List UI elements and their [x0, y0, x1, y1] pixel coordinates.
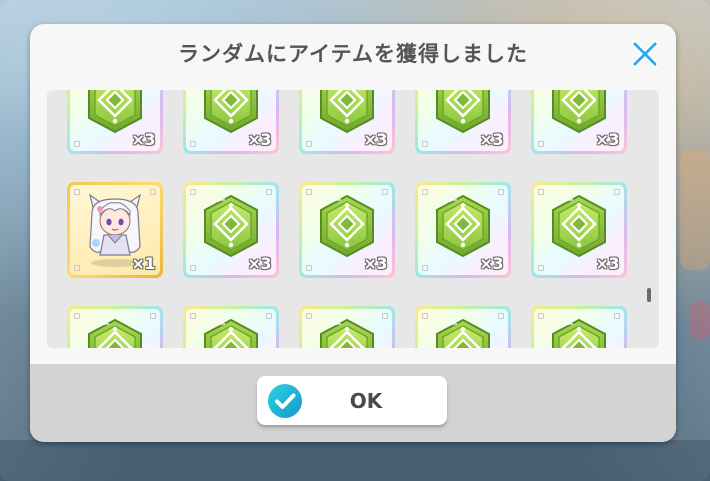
background-decoration — [690, 300, 710, 340]
frame-corner-ornament — [422, 265, 428, 271]
frame-corner-ornament — [266, 189, 272, 195]
item-card-inner: ×3 — [418, 185, 508, 275]
green-hexagon-gem-icon — [85, 318, 145, 348]
item-card-inner: ×3 — [186, 185, 276, 275]
item-quantity: ×3 — [363, 254, 387, 273]
item-card-inner — [186, 309, 276, 348]
close-button[interactable] — [626, 35, 664, 73]
green-hexagon-gem-icon — [201, 90, 261, 134]
item-quantity: ×3 — [595, 254, 619, 273]
gem-item-card[interactable]: ×3 — [183, 182, 279, 278]
frame-corner-ornament — [538, 313, 544, 319]
background-decoration — [680, 150, 710, 270]
dialog-footer: OK — [30, 364, 676, 442]
dialog-title: ランダムにアイテムを獲得しました — [178, 42, 528, 66]
frame-corner-ornament — [190, 313, 196, 319]
frame-corner-ornament — [614, 189, 620, 195]
gem-item-card[interactable]: ×3 — [299, 182, 395, 278]
gem-item-card[interactable]: ×3 — [531, 90, 627, 154]
frame-corner-ornament — [306, 141, 312, 147]
frame-corner-ornament — [266, 313, 272, 319]
frame-corner-ornament — [422, 189, 428, 195]
gem-item-card[interactable] — [67, 306, 163, 348]
character-item-card[interactable]: ×1 — [67, 182, 163, 278]
item-quantity: ×3 — [479, 254, 503, 273]
ok-button[interactable]: OK — [257, 376, 447, 425]
reward-dialog: ランダムにアイテムを獲得しました ×3 ×3 ×3 ×3 ×3 ×1 ×3 ×3… — [30, 24, 676, 442]
green-hexagon-gem-icon — [433, 90, 493, 134]
gem-item-card[interactable] — [183, 306, 279, 348]
gem-item-card[interactable] — [415, 306, 511, 348]
frame-corner-ornament — [74, 141, 80, 147]
gem-item-card[interactable] — [531, 306, 627, 348]
frame-corner-ornament — [190, 141, 196, 147]
item-quantity: ×3 — [595, 130, 619, 149]
frame-corner-ornament — [306, 313, 312, 319]
item-card-inner: ×1 — [70, 185, 160, 275]
frame-corner-ornament — [498, 313, 504, 319]
frame-corner-ornament — [150, 313, 156, 319]
green-hexagon-gem-icon — [85, 90, 145, 134]
item-card-inner — [534, 309, 624, 348]
item-card-inner — [70, 309, 160, 348]
ok-button-label: OK — [349, 389, 383, 413]
item-card-inner: ×3 — [70, 90, 160, 151]
gem-item-card[interactable]: ×3 — [415, 182, 511, 278]
item-card-inner: ×3 — [418, 90, 508, 151]
green-hexagon-gem-icon — [433, 318, 493, 348]
item-card-inner: ×3 — [186, 90, 276, 151]
frame-corner-ornament — [306, 265, 312, 271]
item-quantity: ×3 — [363, 130, 387, 149]
green-hexagon-gem-icon — [317, 90, 377, 134]
item-quantity: ×3 — [131, 130, 155, 149]
item-card-inner: ×3 — [534, 185, 624, 275]
frame-corner-ornament — [382, 189, 388, 195]
item-card-inner: ×3 — [302, 90, 392, 151]
gem-item-card[interactable]: ×3 — [299, 90, 395, 154]
green-hexagon-gem-icon — [433, 194, 493, 258]
green-hexagon-gem-icon — [317, 318, 377, 348]
items-list-panel[interactable]: ×3 ×3 ×3 ×3 ×3 ×1 ×3 ×3 ×3 ×3 — [47, 90, 659, 348]
frame-corner-ornament — [190, 189, 196, 195]
item-card-inner: ×3 — [302, 185, 392, 275]
green-hexagon-gem-icon — [549, 194, 609, 258]
item-quantity: ×3 — [479, 130, 503, 149]
gem-item-card[interactable]: ×3 — [531, 182, 627, 278]
dialog-header: ランダムにアイテムを獲得しました — [30, 24, 676, 84]
green-hexagon-gem-icon — [317, 194, 377, 258]
frame-corner-ornament — [498, 189, 504, 195]
gem-item-card[interactable]: ×3 — [183, 90, 279, 154]
frame-corner-ornament — [614, 313, 620, 319]
frame-corner-ornament — [74, 313, 80, 319]
item-card-inner — [418, 309, 508, 348]
scrollbar-thumb[interactable] — [647, 288, 651, 302]
close-x-icon — [631, 40, 659, 68]
item-quantity: ×3 — [247, 130, 271, 149]
green-hexagon-gem-icon — [201, 318, 261, 348]
frame-corner-ornament — [306, 189, 312, 195]
background-decoration — [0, 440, 710, 481]
frame-corner-ornament — [538, 189, 544, 195]
gem-item-card[interactable]: ×3 — [67, 90, 163, 154]
item-card-inner — [302, 309, 392, 348]
item-quantity: ×1 — [131, 254, 155, 273]
green-hexagon-gem-icon — [201, 194, 261, 258]
items-grid: ×3 ×3 ×3 ×3 ×3 ×1 ×3 ×3 ×3 ×3 — [67, 90, 629, 348]
gem-item-card[interactable] — [299, 306, 395, 348]
frame-corner-ornament — [538, 141, 544, 147]
frame-corner-ornament — [382, 313, 388, 319]
green-hexagon-gem-icon — [549, 318, 609, 348]
frame-corner-ornament — [190, 265, 196, 271]
item-card-inner: ×3 — [534, 90, 624, 151]
checkmark-circle-icon — [267, 383, 303, 419]
gem-item-card[interactable]: ×3 — [415, 90, 511, 154]
frame-corner-ornament — [422, 313, 428, 319]
frame-corner-ornament — [422, 141, 428, 147]
green-hexagon-gem-icon — [549, 90, 609, 134]
item-quantity: ×3 — [247, 254, 271, 273]
frame-corner-ornament — [538, 265, 544, 271]
